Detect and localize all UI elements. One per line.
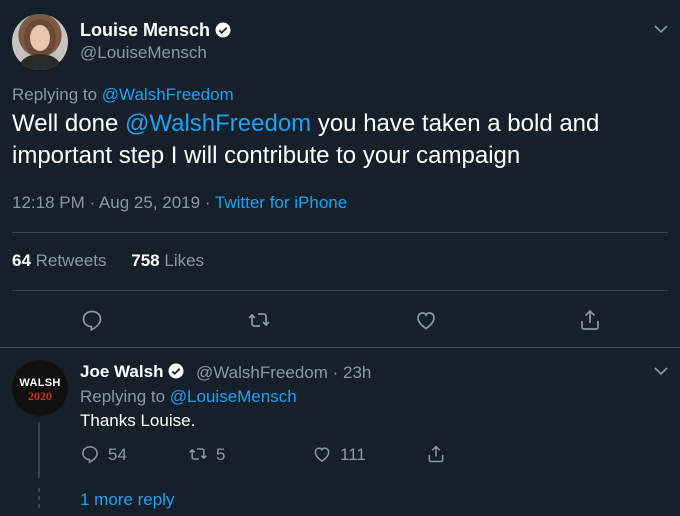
thread-dots	[38, 488, 40, 512]
author-name[interactable]: Louise Mensch	[80, 20, 232, 41]
reply-handle-time[interactable]: @WalshFreedom · 23h	[196, 363, 371, 383]
likes-stat[interactable]: 758 Likes	[131, 251, 204, 270]
reply-author-display-name[interactable]: Joe Walsh	[80, 362, 163, 381]
chevron-down-icon[interactable]	[654, 366, 668, 376]
tweet-text-prefix: Well done	[12, 110, 125, 137]
reply-replying-prefix: Replying to	[80, 387, 166, 406]
retweets-label: Retweets	[35, 251, 107, 270]
reply-icon[interactable]	[80, 308, 104, 332]
tweet-stats: 64 Retweets 758 Likes	[12, 251, 204, 271]
divider	[12, 232, 668, 233]
likes-label: Likes	[164, 251, 205, 270]
retweets-stat[interactable]: 64 Retweets	[12, 251, 107, 270]
tweet-timestamp[interactable]: 12:18 PM · Aug 25, 2019	[12, 193, 200, 212]
retweet-icon[interactable]	[247, 308, 271, 332]
meta-separator: ·	[200, 193, 215, 212]
retweet-icon	[189, 448, 207, 460]
avatar[interactable]: WALSH 2020	[12, 360, 68, 416]
main-tweet: Louise Mensch @LouiseMensch Replying to …	[0, 0, 680, 348]
reply-reply-button[interactable]: 54	[80, 444, 127, 466]
reply-like-button[interactable]: 111	[312, 444, 366, 466]
reply-tweet[interactable]: WALSH 2020 Joe Walsh @WalshFreedom · 23h…	[0, 348, 680, 516]
avatar-logo-line2: 2020	[28, 389, 52, 403]
author-handle[interactable]: @LouiseMensch	[80, 43, 207, 63]
reply-retweet-count: 5	[216, 445, 226, 464]
like-icon	[314, 447, 330, 462]
reply-share-button[interactable]	[426, 444, 454, 466]
replying-to: Replying to @WalshFreedom	[12, 85, 234, 105]
tweet-source[interactable]: Twitter for iPhone	[215, 193, 347, 212]
verified-icon	[215, 22, 231, 38]
reply-icon	[82, 446, 98, 464]
author-display-name[interactable]: Louise Mensch	[80, 20, 210, 40]
share-icon[interactable]	[578, 308, 602, 332]
replying-prefix: Replying to	[12, 85, 98, 104]
replying-to-link[interactable]: @WalshFreedom	[102, 85, 234, 104]
reply-author-name[interactable]: Joe Walsh	[80, 362, 185, 382]
divider	[12, 290, 668, 291]
share-icon	[428, 445, 444, 463]
avatar[interactable]	[12, 14, 68, 70]
retweets-count: 64	[12, 251, 31, 270]
thread-line	[38, 422, 40, 478]
tweet-meta: 12:18 PM · Aug 25, 2019 · Twitter for iP…	[12, 193, 347, 213]
tweet-mention-link[interactable]: @WalshFreedom	[125, 110, 311, 137]
reply-like-count: 111	[340, 445, 366, 464]
tweet-text: Well done @WalshFreedom you have taken a…	[12, 108, 662, 172]
reply-reply-count: 54	[108, 445, 127, 464]
verified-icon	[168, 363, 184, 379]
avatar-logo-line1: WALSH	[19, 377, 61, 389]
like-icon[interactable]	[414, 308, 438, 332]
chevron-down-icon[interactable]	[654, 24, 668, 34]
reply-replying-to: Replying to @LouiseMensch	[80, 387, 297, 407]
likes-count: 758	[131, 251, 160, 270]
reply-text: Thanks Louise.	[80, 411, 196, 430]
reply-replying-to-link[interactable]: @LouiseMensch	[170, 387, 297, 406]
reply-retweet-button[interactable]: 5	[188, 444, 225, 466]
more-replies-link[interactable]: 1 more reply	[80, 490, 174, 510]
